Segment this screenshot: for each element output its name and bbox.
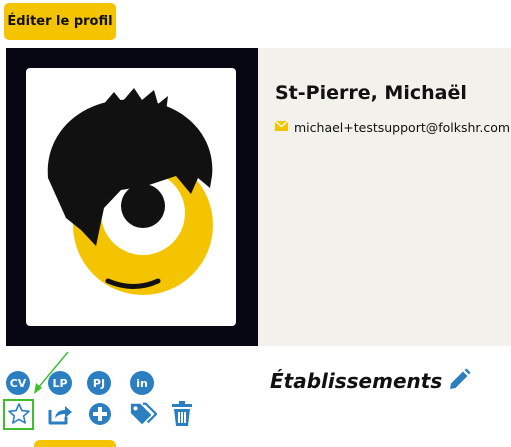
annotation-arrow — [34, 351, 69, 394]
envelope-icon — [274, 118, 294, 136]
pj-icon[interactable]: PJ — [87, 371, 111, 395]
email-row: michael+testsupport@folkshr.com — [274, 118, 510, 136]
employee-name: St-Pierre, Michaël — [275, 82, 467, 104]
profile-avatar — [26, 68, 236, 326]
trash-icon[interactable] — [168, 400, 196, 428]
share-icon[interactable] — [46, 400, 74, 428]
tags-icon[interactable] — [129, 400, 157, 428]
pencil-icon[interactable] — [447, 368, 471, 397]
bottom-yellow-button[interactable] — [34, 440, 116, 447]
edit-profile-button[interactable]: Éditer le profil — [4, 3, 116, 40]
email-link[interactable]: michael+testsupport@folkshr.com — [294, 120, 510, 135]
linkedin-icon[interactable]: in — [130, 371, 154, 395]
star-icon[interactable] — [5, 400, 33, 428]
section-title: Établissements — [270, 369, 443, 393]
add-icon[interactable] — [86, 400, 114, 428]
